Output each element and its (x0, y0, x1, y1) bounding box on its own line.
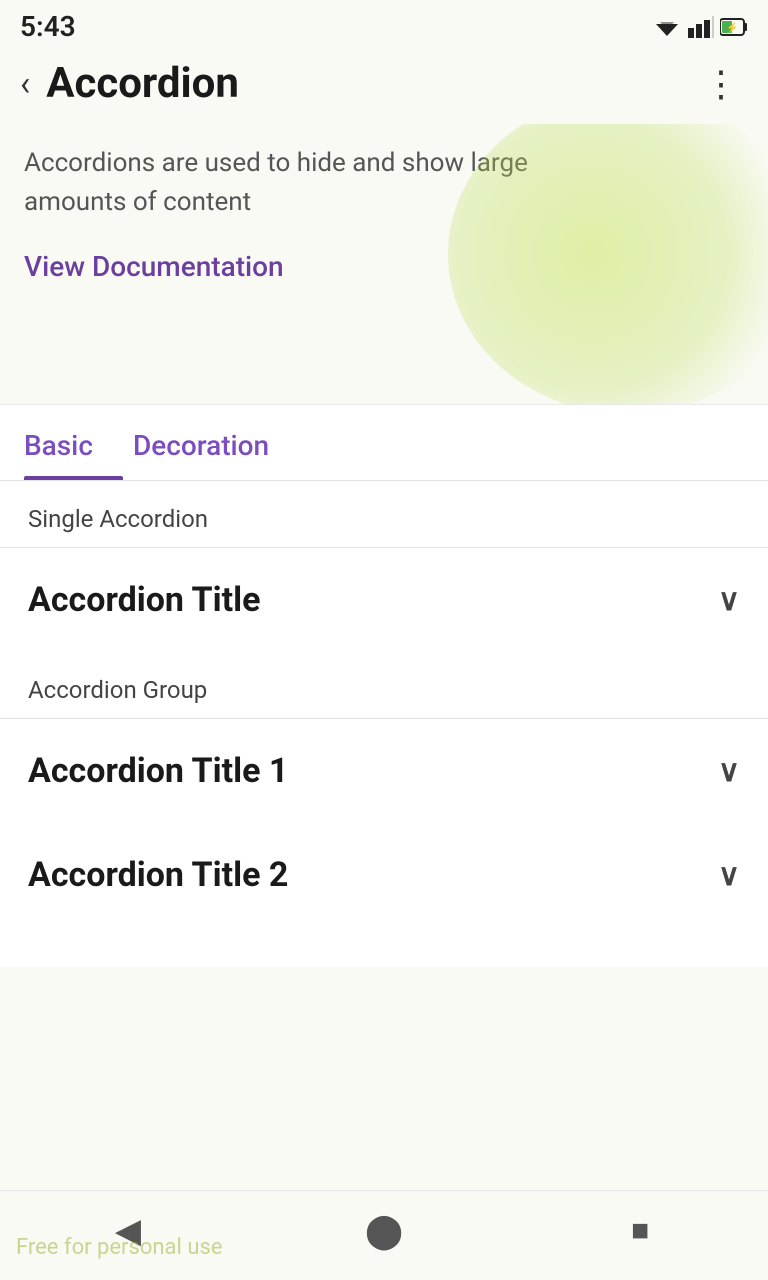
chevron-down-icon-group-1: ∨ (718, 754, 740, 789)
hero-description: Accordions are used to hide and show lar… (24, 144, 604, 222)
status-icons: ⚡ (652, 16, 748, 38)
accordion-title-single-1: Accordion Title (28, 580, 260, 620)
accordion-item-group-1[interactable]: Accordion Title 1 ∨ (0, 719, 768, 823)
svg-text:⚡: ⚡ (726, 21, 738, 34)
chevron-down-icon-group-2: ∨ (718, 858, 740, 893)
more-button[interactable]: ⋮ (695, 62, 748, 106)
status-time: 5:43 (20, 10, 76, 43)
tabs-container: Basic Decoration (0, 404, 768, 481)
status-bar: 5:43 ⚡ (0, 0, 768, 49)
header-left: ‹ Accordion (12, 59, 239, 108)
page-title: Accordion (46, 59, 239, 108)
bottom-nav: ◀ ⬤ ■ (0, 1190, 768, 1280)
tab-basic[interactable]: Basic (24, 405, 123, 480)
app-header: ‹ Accordion ⋮ (0, 49, 768, 124)
content-area: Single Accordion Accordion Title ∨ Accor… (0, 481, 768, 967)
nav-back-button[interactable]: ◀ (88, 1201, 168, 1261)
single-accordion-section: Single Accordion Accordion Title ∨ (0, 481, 768, 652)
nav-home-button[interactable]: ⬤ (344, 1201, 424, 1261)
wifi-icon (652, 16, 682, 38)
battery-icon: ⚡ (720, 16, 748, 38)
accordion-group-section: Accordion Group Accordion Title 1 ∨ Acco… (0, 652, 768, 927)
hero-section: Accordions are used to hide and show lar… (0, 124, 768, 404)
tabs-row: Basic Decoration (0, 405, 768, 480)
back-button[interactable]: ‹ (12, 63, 38, 105)
nav-square-button[interactable]: ■ (600, 1201, 680, 1261)
view-docs-link[interactable]: View Documentation (24, 250, 284, 283)
single-accordion-label: Single Accordion (0, 481, 768, 547)
chevron-down-icon-single-1: ∨ (718, 583, 740, 618)
signal-icon (688, 16, 714, 38)
accordion-item-group-2[interactable]: Accordion Title 2 ∨ (0, 823, 768, 927)
accordion-title-group-2: Accordion Title 2 (28, 855, 288, 895)
accordion-title-group-1: Accordion Title 1 (28, 751, 288, 791)
accordion-item-single-1[interactable]: Accordion Title ∨ (0, 548, 768, 652)
tab-decoration[interactable]: Decoration (133, 405, 299, 480)
accordion-group-label: Accordion Group (0, 652, 768, 718)
